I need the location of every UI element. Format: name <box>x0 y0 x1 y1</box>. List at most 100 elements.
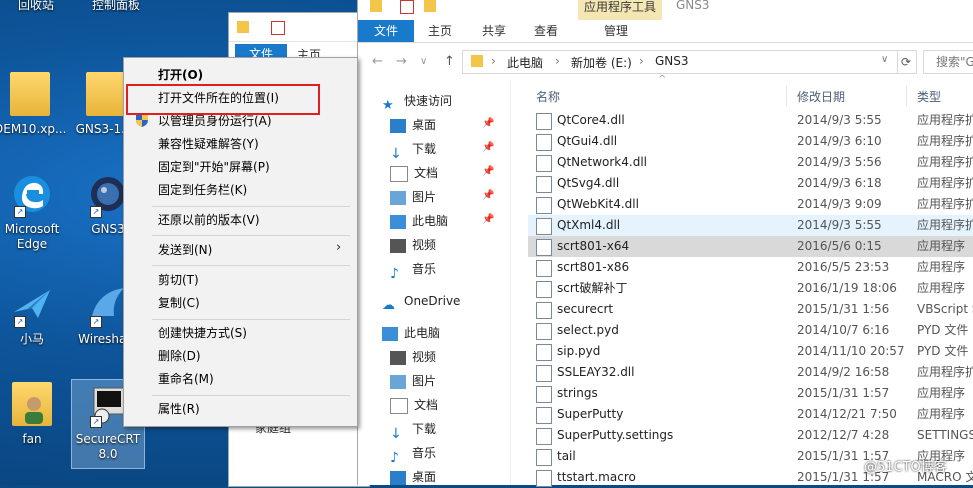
window-title: GNS3 <box>676 0 710 12</box>
file-name: SuperPutty.settings <box>557 428 674 442</box>
forward-arrow-icon[interactable]: → <box>396 54 407 69</box>
file-date: 2016/5/5 23:53 <box>797 260 890 274</box>
table-row[interactable]: QtWebKit4.dll 2014/9/3 9:09 应用程序扩 <box>528 194 973 215</box>
table-row[interactable]: QtCore4.dll 2014/9/3 5:55 应用程序扩 <box>528 110 973 131</box>
nav-label: 桌面 <box>412 470 437 484</box>
desktop-icon-recycle-bin[interactable]: 回收站 <box>0 0 72 13</box>
nav-this-pc[interactable]: 此电脑 <box>382 322 440 344</box>
nav-downloads-pc[interactable]: ↓ 下载 <box>390 418 437 442</box>
col-date[interactable]: 修改日期 <box>797 88 845 105</box>
tab-home[interactable]: 主页 <box>428 22 452 42</box>
menu-delete[interactable]: 删除(D) <box>158 345 201 367</box>
desktop-icon-edge[interactable]: ↗ Microsoft Edge <box>0 172 68 252</box>
crumb-drive[interactable]: 新加卷 (E:) <box>571 54 632 71</box>
table-row[interactable]: scrt801-x64 2016/5/6 0:15 应用程序 <box>528 236 973 257</box>
nav-desktop[interactable]: 桌面 <box>390 114 436 136</box>
table-row[interactable]: scrt破解补丁 2016/1/19 18:06 应用程序 <box>528 278 973 299</box>
table-row[interactable]: scrt801-x86 2016/5/5 23:53 应用程序 <box>528 257 973 278</box>
table-row[interactable]: securecrt 2015/1/31 1:56 VBScript S <box>528 299 973 320</box>
nav-quick-access[interactable]: ★ 快速访问 <box>382 90 452 113</box>
tab-share[interactable]: 共享 <box>482 22 506 42</box>
crumb-this-pc[interactable]: 此电脑 <box>507 54 543 71</box>
quick-folder-icon[interactable] <box>370 0 382 12</box>
menu-copy[interactable]: 复制(C) <box>158 292 200 314</box>
pin-icon[interactable]: 📌 <box>482 118 494 129</box>
nav-music-pc[interactable]: ♪ 音乐 <box>390 442 436 466</box>
nav-documents-pc[interactable]: 文档 <box>390 394 438 416</box>
pin-icon[interactable]: 📌 <box>482 214 494 225</box>
back-arrow-icon[interactable]: ← <box>372 54 383 69</box>
dem10-label: DEM10.xp... <box>0 122 67 136</box>
desktop-icon-xiaoma[interactable]: ↗ 小马 <box>0 282 68 347</box>
tab-view[interactable]: 查看 <box>534 22 558 42</box>
col-divider[interactable] <box>906 86 907 106</box>
menu-restore-versions[interactable]: 还原以前的版本(V) <box>158 209 260 231</box>
download-icon: ↓ <box>390 145 402 162</box>
file-icon <box>536 302 552 319</box>
crumb-gns3[interactable]: GNS3 <box>655 54 689 68</box>
table-row[interactable]: SSLEAY32.dll 2014/9/2 16:58 应用程序扩 <box>528 362 973 383</box>
nav-onedrive[interactable]: ☁ OneDrive <box>382 290 460 313</box>
search-input[interactable]: 搜索"G <box>923 50 973 74</box>
menu-send-to[interactable]: 发送到(N) <box>158 239 212 261</box>
up-arrow-icon[interactable]: ↑ <box>444 54 455 69</box>
nav-documents[interactable]: 文档 <box>390 162 438 184</box>
table-row[interactable]: QtGui4.dll 2014/9/3 6:10 应用程序扩 <box>528 131 973 152</box>
file-type: 应用程序扩 <box>917 113 973 127</box>
table-row[interactable]: select.pyd 2014/10/7 6:16 PYD 文件 <box>528 320 973 341</box>
menu-open[interactable]: 打开(O) <box>158 64 203 86</box>
nav-downloads[interactable]: ↓ 下载 <box>390 138 436 162</box>
pin-icon[interactable]: 📌 <box>482 142 494 153</box>
pc-icon <box>382 326 398 341</box>
nav-label: 下载 <box>412 422 437 436</box>
address-bar[interactable]: › 此电脑 › 新加卷 (E:) › GNS3 ∨ <box>462 50 898 74</box>
table-row[interactable]: QtXml4.dll 2014/9/3 5:55 应用程序扩 <box>528 215 973 236</box>
table-row[interactable]: QtNetwork4.dll 2014/9/3 5:56 应用程序扩 <box>528 152 973 173</box>
quick-properties-icon[interactable] <box>400 0 414 14</box>
file-name: scrt801-x86 <box>557 260 630 274</box>
col-type[interactable]: 类型 <box>917 88 941 105</box>
nav-music-quick[interactable]: ♪ 音乐 <box>390 258 436 282</box>
file-name: select.pyd <box>557 323 619 337</box>
menu-properties[interactable]: 属性(R) <box>158 398 200 420</box>
pin-icon[interactable]: 📌 <box>482 166 494 177</box>
menu-cut[interactable]: 剪切(T) <box>158 269 199 291</box>
menu-compat-troubleshoot[interactable]: 兼容性疑难解答(Y) <box>158 133 259 155</box>
nav-pictures-pc[interactable]: 图片 <box>390 370 436 392</box>
refresh-icon[interactable]: ⟳ <box>896 50 917 74</box>
explorer-window[interactable]: 应用程序工具 GNS3 文件 主页 共享 查看 管理 ← → ∨ ↑ › 此电脑… <box>357 0 973 487</box>
file-type: 应用程序扩 <box>917 218 973 232</box>
quick-newfolder-icon[interactable] <box>424 0 436 12</box>
tab-manage[interactable]: 管理 <box>604 22 628 42</box>
sort-caret-icon: ^ <box>658 74 667 85</box>
nav-pictures[interactable]: 图片 <box>390 186 436 208</box>
desktop-icon-fan[interactable]: fan <box>0 382 68 447</box>
nav-this-pc-quick[interactable]: 此电脑 <box>390 210 448 232</box>
nav-label: 图片 <box>412 374 437 388</box>
bird-icon: ↗ <box>12 282 52 328</box>
menu-separator <box>152 206 350 207</box>
tab-file[interactable]: 文件 <box>358 20 414 42</box>
file-date: 2014/9/3 6:18 <box>797 176 882 190</box>
menu-create-shortcut[interactable]: 创建快捷方式(S) <box>158 322 247 344</box>
table-row[interactable]: SuperPutty 2014/12/21 7:50 应用程序 <box>528 404 973 425</box>
col-name[interactable]: 名称 <box>536 88 560 105</box>
menu-pin-to-taskbar[interactable]: 固定到任务栏(K) <box>158 179 247 201</box>
col-divider[interactable] <box>786 86 787 106</box>
pin-icon[interactable]: 📌 <box>482 190 494 201</box>
address-dropdown-icon[interactable]: ∨ <box>881 54 888 65</box>
table-row[interactable]: strings 2015/1/31 1:57 应用程序 <box>528 383 973 404</box>
nav-videos[interactable]: 视频 <box>390 346 436 368</box>
table-row[interactable]: SuperPutty.settings 2012/12/7 4:28 SETTING… <box>528 425 973 446</box>
table-row[interactable]: QtSvg4.dll 2014/9/3 6:18 应用程序扩 <box>528 173 973 194</box>
table-row[interactable]: sip.pyd 2014/11/10 20:57 PYD 文件 <box>528 341 973 362</box>
menu-pin-to-start[interactable]: 固定到"开始"屏幕(P) <box>158 156 270 178</box>
recent-chevron-icon[interactable]: ∨ <box>420 56 427 67</box>
shortcut-arrow-icon: ↗ <box>90 206 102 218</box>
folder-icon <box>10 72 50 116</box>
nav-videos-quick[interactable]: 视频 <box>390 234 436 256</box>
desktop-icon-dem10[interactable]: DEM10.xp... <box>0 72 66 137</box>
file-date: 2014/9/3 9:09 <box>797 197 882 211</box>
desktop-icon-control-panel[interactable]: 控制面板 <box>80 0 152 13</box>
menu-rename[interactable]: 重命名(M) <box>158 368 214 390</box>
